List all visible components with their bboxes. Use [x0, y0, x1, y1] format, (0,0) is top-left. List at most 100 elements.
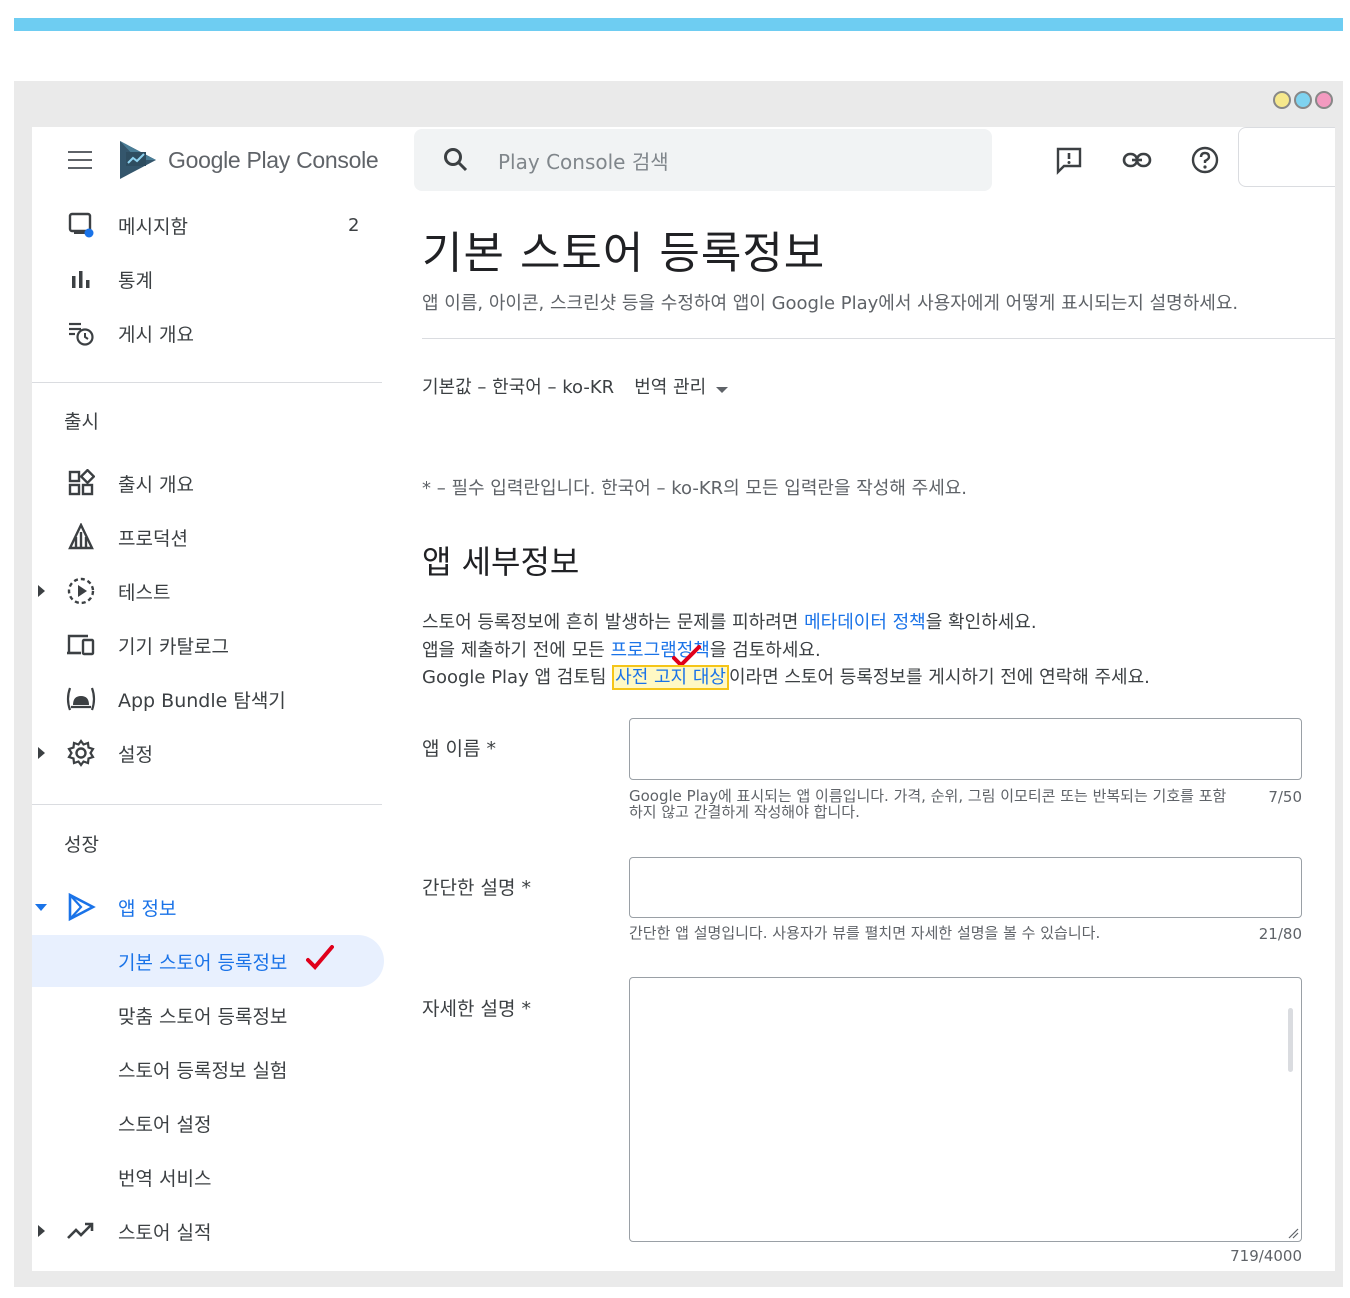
sidebar-item-device-catalog[interactable]: 기기 카탈로그	[32, 621, 384, 669]
default-language: 기본값 – 한국어 – ko-KR	[422, 377, 615, 398]
sidebar-item-label: 스토어 등록정보 실험	[118, 1059, 288, 1082]
expand-arrow-icon[interactable]	[38, 585, 45, 597]
collapse-arrow-icon[interactable]	[35, 903, 47, 911]
menu-icon[interactable]	[68, 151, 92, 169]
dashboard-icon	[64, 466, 98, 500]
full-description-counter: 719/4000	[1230, 1247, 1302, 1265]
sidebar-item-label: 메시지함	[118, 215, 188, 238]
logo-text: Google Play Console	[168, 146, 379, 173]
sidebar-item-label: 기본 스토어 등록정보	[118, 951, 288, 974]
full-description-field[interactable]	[629, 977, 1302, 1242]
sidebar-item-label: 통계	[118, 269, 153, 292]
sidebar-item-app-bundle-explorer[interactable]: App Bundle 탐색기	[32, 675, 384, 723]
link-icon[interactable]	[1120, 143, 1154, 177]
sidebar-item-label: 번역 서비스	[118, 1167, 212, 1190]
sidebar-item-custom-store-listing[interactable]: 맞춤 스토어 등록정보	[32, 989, 384, 1041]
program-policy-info: 앱을 제출하기 전에 모든 프로그램정책을 검토하세요.	[422, 640, 821, 661]
help-icon[interactable]	[1188, 143, 1222, 177]
sidebar-item-store-performance[interactable]: 스토어 실적	[32, 1207, 384, 1255]
window-dot-blue[interactable]	[1294, 91, 1312, 109]
sidebar-item-label: 스토어 실적	[118, 1221, 212, 1244]
sidebar-item-translation-service[interactable]: 번역 서비스	[32, 1151, 384, 1203]
manage-translations-dropdown[interactable]: 번역 관리	[634, 373, 729, 399]
sidebar-item-release-overview[interactable]: 출시 개요	[32, 459, 384, 507]
sidebar-item-label: 앱 정보	[118, 897, 177, 920]
sidebar-item-label: 테스트	[118, 581, 171, 604]
pre-notice-link[interactable]: 사전 고지 대상	[612, 665, 729, 690]
app-name-counter: 7/50	[1268, 788, 1302, 806]
sidebar-item-label: 기기 카탈로그	[118, 635, 229, 658]
search-placeholder: Play Console 검색	[498, 149, 669, 174]
inbox-count-badge: 2	[348, 214, 360, 236]
feedback-icon[interactable]	[1052, 143, 1086, 177]
metadata-policy-info: 스토어 등록정보에 흔히 발생하는 문제를 피하려면 메타데이터 정책을 확인하…	[422, 612, 1037, 633]
devices-icon	[64, 628, 98, 662]
account-button[interactable]	[1238, 127, 1335, 187]
android-icon	[64, 682, 98, 716]
play-console-app: Google Play Console Play Console 검색 메시지함…	[32, 127, 1335, 1271]
full-description-label: 자세한 설명 *	[422, 998, 531, 1020]
sidebar-item-label: 게시 개요	[118, 323, 194, 346]
main-content: 기본 스토어 등록정보 앱 이름, 아이콘, 스크린샷 등을 수정하여 앱이 G…	[422, 197, 1335, 1271]
section-release-heading: 출시	[64, 411, 99, 433]
app-name-label: 앱 이름 *	[422, 738, 497, 760]
resize-handle-icon[interactable]	[1287, 1227, 1299, 1239]
expand-arrow-icon[interactable]	[38, 1225, 45, 1237]
section-title-app-details: 앱 세부정보	[422, 543, 580, 581]
chevron-down-icon	[716, 387, 729, 393]
required-fields-note: * – 필수 입력란입니다. 한국어 – ko-KR의 모든 입력란을 작성해 …	[422, 478, 968, 499]
bar-chart-icon	[64, 262, 98, 296]
testing-icon	[64, 574, 98, 608]
sidebar-item-label: 프로덕션	[118, 527, 188, 550]
production-icon	[64, 520, 98, 554]
browser-window: Google Play Console Play Console 검색 메시지함…	[14, 81, 1343, 1287]
publishing-overview-icon	[64, 316, 98, 350]
language-row: 기본값 – 한국어 – ko-KR 번역 관리	[422, 373, 729, 399]
red-checkmark-icon	[306, 945, 334, 970]
sidebar-item-store-settings[interactable]: 스토어 설정	[32, 1097, 384, 1149]
window-dot-yellow[interactable]	[1273, 91, 1291, 109]
sidebar-item-store-listing-experiments[interactable]: 스토어 등록정보 실험	[32, 1043, 384, 1095]
sidebar-item-publishing-overview[interactable]: 게시 개요	[32, 309, 384, 357]
play-console-logo[interactable]: Google Play Console	[118, 139, 379, 181]
page-description: 앱 이름, 아이콘, 스크린샷 등을 수정하여 앱이 Google Play에서…	[422, 293, 1239, 314]
short-description-helper: 간단한 앱 설명입니다. 사용자가 뷰를 펼치면 자세한 설명을 볼 수 있습니…	[629, 924, 1101, 942]
search-icon	[444, 148, 468, 172]
main-divider	[422, 338, 1335, 339]
sidebar-item-main-store-listing[interactable]: 기본 스토어 등록정보	[32, 935, 384, 987]
top-accent-bar	[14, 18, 1343, 31]
sidebar-item-inbox[interactable]: 메시지함 2	[32, 201, 384, 249]
scrollbar[interactable]	[1288, 1008, 1293, 1072]
sidebar-divider	[32, 804, 382, 805]
metadata-policy-link[interactable]: 메타데이터 정책	[804, 612, 926, 633]
sidebar-item-label: 스토어 설정	[118, 1113, 212, 1136]
page-title: 기본 스토어 등록정보	[422, 228, 826, 279]
window-dot-pink[interactable]	[1315, 91, 1333, 109]
sidebar-divider	[32, 382, 382, 383]
app-name-helper: Google Play에 표시되는 앱 이름입니다. 가격, 순위, 그림 이모…	[629, 787, 1227, 821]
sidebar-item-statistics[interactable]: 통계	[32, 255, 384, 303]
play-console-logo-icon	[120, 141, 156, 179]
sidebar-item-label: App Bundle 탐색기	[118, 689, 286, 712]
window-controls	[1273, 91, 1333, 109]
sidebar-item-testing[interactable]: 테스트	[32, 567, 384, 615]
search-input[interactable]: Play Console 검색	[414, 129, 992, 191]
short-description-field[interactable]	[629, 857, 1302, 918]
section-grow-heading: 성장	[64, 834, 99, 856]
play-icon	[64, 890, 98, 924]
pre-notice-info: Google Play 앱 검토팀 사전 고지 대상 이라면 스토어 등록정보를 …	[422, 665, 1150, 690]
sidebar-item-label: 맞춤 스토어 등록정보	[118, 1005, 288, 1028]
sidebar-item-label: 설정	[118, 743, 153, 766]
short-description-counter: 21/80	[1258, 925, 1302, 943]
sidebar-item-app-info[interactable]: 앱 정보	[32, 883, 384, 931]
trending-up-icon	[64, 1214, 98, 1248]
gear-icon	[64, 736, 98, 770]
expand-arrow-icon[interactable]	[38, 747, 45, 759]
sidebar-item-production[interactable]: 프로덕션	[32, 513, 384, 561]
sidebar-item-label: 출시 개요	[118, 473, 194, 496]
sidebar: 메시지함 2 통계 게시 개요 출시 출시 개요 프로덕션 테스트 기기 카탈로…	[32, 197, 384, 1271]
sidebar-item-settings[interactable]: 설정	[32, 729, 384, 777]
short-description-label: 간단한 설명 *	[422, 877, 531, 899]
app-name-field[interactable]	[629, 718, 1302, 780]
inbox-icon	[64, 208, 98, 242]
